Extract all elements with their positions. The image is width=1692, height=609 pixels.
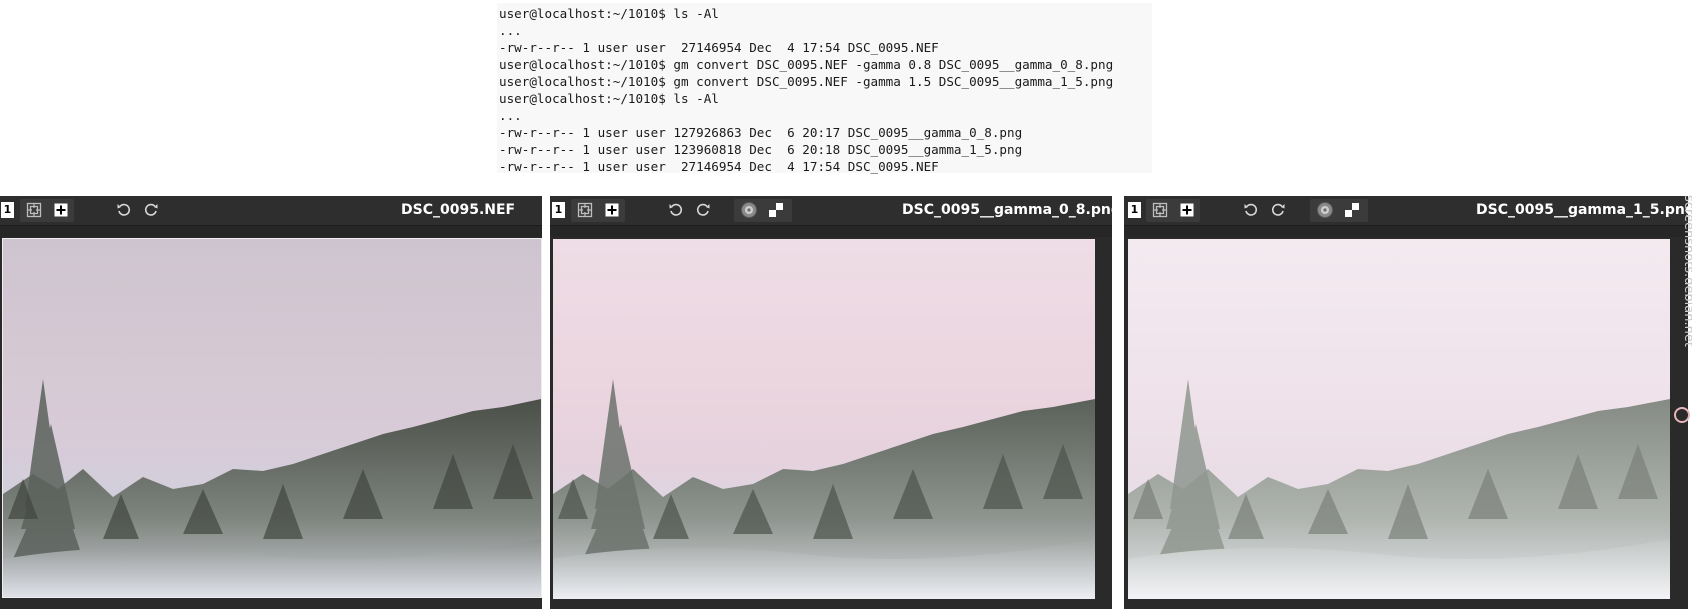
image-title: DSC_0095__gamma_0_8.png — [902, 202, 1121, 218]
terminal-line: user@localhost:~/1010$ ls -Al — [499, 91, 719, 106]
image-title: DSC_0095__gamma_1_5.png — [1476, 202, 1692, 218]
image-viewer-gamma-0-8: 1 DSC_0095__gamma_0_8.png — [550, 196, 1121, 609]
terminal-line: ... — [499, 108, 522, 123]
viewer-toolbar: 1 DSC_0095.NEF — [0, 196, 542, 225]
terminal-line: -rw-r--r-- 1 user user 27146954 Dec 4 17… — [499, 40, 939, 55]
watermark: screenshots.debian.net — [1674, 195, 1692, 423]
terminal-lines: user@localhost:~/1010$ ls -Al... -rw-r--r… — [497, 3, 1152, 175]
image-title: DSC_0095.NEF — [401, 202, 516, 218]
rotate-right-icon[interactable] — [692, 200, 714, 220]
terminal-line: user@localhost:~/1010$ gm convert DSC_00… — [499, 57, 1114, 72]
zoom-in-icon[interactable] — [601, 200, 623, 220]
terminal-line: -rw-r--r-- 1 user user 123960818 Dec 6 2… — [499, 142, 1023, 157]
viewer-subbar — [1124, 225, 1688, 237]
fit-to-window-icon[interactable] — [1149, 200, 1171, 220]
terminal-line: -rw-r--r-- 1 user user 27146954 Dec 4 17… — [499, 159, 939, 174]
terminal-output: user@localhost:~/1010$ ls -Al... -rw-r--r… — [497, 3, 1152, 175]
photo-canvas[interactable] — [553, 239, 1095, 599]
viewer-toolbar: 1 DSC_0095__gamma_1_5.png — [1124, 196, 1692, 225]
forest-photo — [3, 379, 541, 597]
one-to-one-button[interactable]: 1 — [552, 202, 565, 218]
photo-canvas[interactable] — [1128, 239, 1670, 599]
terminal-line: user@localhost:~/1010$ gm convert DSC_00… — [499, 74, 1114, 89]
rotate-left-icon[interactable] — [113, 200, 135, 220]
image-viewer-nef: 1 DSC_0095.NEF — [0, 196, 542, 609]
rotate-right-icon[interactable] — [140, 200, 162, 220]
rotate-left-icon[interactable] — [665, 200, 687, 220]
viewer-toolbar: 1 DSC_0095__gamma_0_8.png — [550, 196, 1121, 225]
terminal-line: user@localhost:~/1010$ ls -Al — [499, 6, 719, 21]
terminal-line: -rw-r--r-- 1 user user 127926863 Dec 6 2… — [499, 125, 1023, 140]
viewer-subbar — [550, 225, 1112, 237]
forest-photo — [1128, 379, 1670, 599]
one-to-one-button[interactable]: 1 — [1128, 202, 1141, 218]
image-viewer-gamma-1-5: 1 DSC_0095__gamma_1_5.png — [1124, 196, 1692, 609]
forest-photo — [553, 379, 1095, 599]
color-profile-icon[interactable] — [1314, 200, 1336, 220]
rotate-left-icon[interactable] — [1240, 200, 1262, 220]
checkerboard-icon[interactable] — [1341, 200, 1363, 220]
one-to-one-button[interactable]: 1 — [1, 202, 14, 218]
zoom-in-icon[interactable] — [1176, 200, 1198, 220]
photo-canvas[interactable] — [2, 238, 542, 598]
fit-to-window-icon[interactable] — [23, 200, 45, 220]
fit-to-window-icon[interactable] — [574, 200, 596, 220]
color-profile-icon[interactable] — [738, 200, 760, 220]
checkerboard-icon[interactable] — [765, 200, 787, 220]
watermark-logo-icon — [1674, 407, 1690, 423]
terminal-line: ... — [499, 23, 522, 38]
viewer-subbar — [0, 225, 542, 237]
rotate-right-icon[interactable] — [1267, 200, 1289, 220]
zoom-in-icon[interactable] — [50, 200, 72, 220]
watermark-text: screenshots.debian.net — [1681, 195, 1692, 347]
